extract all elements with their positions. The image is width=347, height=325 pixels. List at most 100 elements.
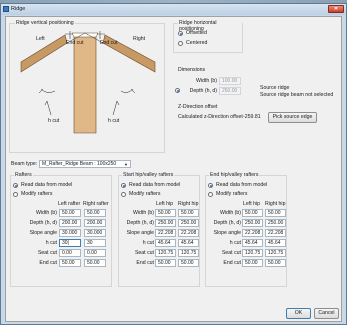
row-label: Depth (h, d) bbox=[126, 220, 154, 226]
start-hip-modify-radio[interactable] bbox=[121, 192, 126, 197]
end-cut-right-label: End cut bbox=[100, 40, 118, 46]
row-label: End cut bbox=[223, 260, 241, 266]
end-left-width[interactable]: 50.00 bbox=[242, 209, 263, 217]
end-right-hcut[interactable]: 45.64 bbox=[265, 239, 286, 247]
end-hip-read-label: Read data from model bbox=[216, 182, 268, 188]
start-left-width[interactable]: 50.00 bbox=[155, 209, 176, 217]
end-right-width[interactable]: 50.00 bbox=[265, 209, 286, 217]
rafters-modify-radio[interactable] bbox=[13, 192, 18, 197]
left-rafter-header: Left rafter bbox=[58, 201, 81, 207]
depth-label: Depth (h, d) bbox=[189, 88, 217, 94]
rafters-read-radio[interactable] bbox=[13, 183, 18, 188]
row-label: h cut bbox=[45, 240, 57, 246]
end-cut-left-label: End cut bbox=[66, 40, 84, 46]
start-left-depth[interactable]: 250.00 bbox=[155, 219, 176, 227]
end-right-endcut[interactable]: 50.00 bbox=[265, 259, 286, 267]
right-rafter-header: Right rafter bbox=[83, 201, 109, 207]
row-label: Width (b) bbox=[132, 210, 154, 216]
start-hip-modify-label: Modify rafters bbox=[129, 191, 161, 197]
row-label: Seat cut bbox=[221, 250, 241, 256]
end-hip-label: End hip/valley rafters bbox=[209, 172, 260, 178]
start-left-hip-header: Left hip bbox=[156, 201, 174, 207]
end-right-hip-header: Right hip bbox=[265, 201, 286, 207]
rafter-right-endcut[interactable]: 50.00 bbox=[84, 259, 106, 267]
rafter-right-hcut[interactable]: 30 bbox=[84, 239, 106, 247]
start-left-slope[interactable]: 22.208 bbox=[155, 229, 176, 237]
title-bar[interactable]: Ridge ✕ bbox=[1, 4, 346, 15]
row-label: Width (b) bbox=[219, 210, 241, 216]
centered-radio[interactable] bbox=[178, 41, 183, 46]
beam-type-value: M_Rafter_Ridge Beam : 100x250 bbox=[42, 161, 117, 167]
horizontal-positioning-group: Ridge horizontal positioning Offsetted C… bbox=[173, 20, 243, 53]
rafter-right-depth[interactable]: 200.00 bbox=[84, 219, 106, 227]
rafter-left-seatcut[interactable]: 0.00 bbox=[59, 249, 81, 257]
end-left-endcut[interactable]: 50.00 bbox=[242, 259, 263, 267]
rafters-group: Rafters Read data from model Modify raft… bbox=[10, 172, 112, 287]
rafter-right-slope[interactable]: 30.000 bbox=[84, 229, 106, 237]
ridge-depth-field[interactable]: 250.00 bbox=[219, 87, 241, 95]
close-button[interactable]: ✕ bbox=[328, 5, 344, 13]
rafter-left-slope[interactable]: 30.000 bbox=[59, 229, 81, 237]
ok-button[interactable]: OK bbox=[286, 308, 311, 319]
end-left-hip-header: Left hip bbox=[243, 201, 261, 207]
row-label: Slope angle bbox=[213, 230, 241, 236]
rafter-right-width[interactable]: 50.00 bbox=[84, 209, 106, 217]
vertical-positioning-group: Ridge vertical positioning Left Right En… bbox=[9, 20, 165, 153]
row-label: h cut bbox=[142, 240, 154, 246]
row-label: End cut bbox=[136, 260, 154, 266]
end-left-hcut[interactable]: 45.64 bbox=[242, 239, 263, 247]
ridge-diagram bbox=[20, 31, 156, 134]
start-hip-group: Start hip/valley rafters Read data from … bbox=[118, 172, 200, 287]
row-label: Slope angle bbox=[29, 230, 57, 236]
rafters-modify-label: Modify rafters bbox=[21, 191, 53, 197]
start-left-seatcut[interactable]: 120.75 bbox=[155, 249, 176, 257]
rafters-label: Rafters bbox=[14, 172, 33, 178]
rafter-left-depth[interactable]: 200.00 bbox=[59, 219, 81, 227]
end-right-seatcut[interactable]: 120.75 bbox=[265, 249, 286, 257]
start-left-endcut[interactable]: 50.00 bbox=[155, 259, 176, 267]
h-cut-left-label: h cut bbox=[48, 118, 60, 124]
end-hip-group: End hip/valley rafters Read data from mo… bbox=[205, 172, 287, 287]
rafter-left-hcut[interactable]: 30| bbox=[59, 239, 81, 247]
start-right-slope[interactable]: 22.208 bbox=[178, 229, 199, 237]
end-hip-read-radio[interactable] bbox=[208, 183, 213, 188]
start-right-seatcut[interactable]: 120.75 bbox=[178, 249, 199, 257]
rafters-read-label: Read data from model bbox=[21, 182, 73, 188]
source-ridge-title: Source ridge bbox=[260, 85, 290, 91]
end-hip-modify-radio[interactable] bbox=[208, 192, 213, 197]
offsetted-radio[interactable] bbox=[178, 31, 183, 36]
app-icon bbox=[3, 6, 9, 12]
start-right-depth[interactable]: 250.00 bbox=[178, 219, 199, 227]
window-title: Ridge bbox=[11, 6, 26, 12]
end-right-slope[interactable]: 22.208 bbox=[265, 229, 286, 237]
source-ridge-status: Source ridge beam not selected bbox=[260, 92, 334, 98]
end-right-depth[interactable]: 250.00 bbox=[265, 219, 286, 227]
right-label: Right bbox=[133, 36, 146, 42]
width-label: Width (b) bbox=[195, 78, 217, 84]
cancel-button[interactable]: Cancel bbox=[314, 308, 339, 319]
pick-source-edge-button[interactable]: Pick source edge bbox=[268, 112, 317, 123]
row-label: End cut bbox=[39, 260, 57, 266]
dimensions-label: Dimensions bbox=[178, 67, 206, 73]
beam-type-label: Beam type: bbox=[11, 161, 38, 167]
start-hip-read-label: Read data from model bbox=[129, 182, 181, 188]
start-right-width[interactable]: 50.00 bbox=[178, 209, 199, 217]
end-left-depth[interactable]: 250.00 bbox=[242, 219, 263, 227]
row-label: h cut bbox=[229, 240, 241, 246]
end-left-seatcut[interactable]: 120.75 bbox=[242, 249, 263, 257]
h-cut-right-label: h cut bbox=[108, 118, 120, 124]
ridge-width-field[interactable]: 100.00 bbox=[219, 77, 241, 85]
left-label: Left bbox=[36, 36, 45, 42]
start-left-hcut[interactable]: 45.64 bbox=[155, 239, 176, 247]
dialog-client: Ridge vertical positioning Left Right En… bbox=[5, 16, 342, 322]
rafter-right-seatcut[interactable]: 0.00 bbox=[84, 249, 106, 257]
start-hip-read-radio[interactable] bbox=[121, 183, 126, 188]
start-hip-label: Start hip/valley rafters bbox=[122, 172, 175, 178]
end-left-slope[interactable]: 22.208 bbox=[242, 229, 263, 237]
beam-type-select[interactable]: M_Rafter_Ridge Beam : 100x250 ▼ bbox=[39, 160, 131, 168]
start-right-hip-header: Right hip bbox=[178, 201, 199, 207]
start-right-hcut[interactable]: 45.64 bbox=[178, 239, 199, 247]
rafter-left-width[interactable]: 50.00 bbox=[59, 209, 81, 217]
start-right-endcut[interactable]: 50.00 bbox=[178, 259, 199, 267]
rafter-left-endcut[interactable]: 50.00 bbox=[59, 259, 81, 267]
